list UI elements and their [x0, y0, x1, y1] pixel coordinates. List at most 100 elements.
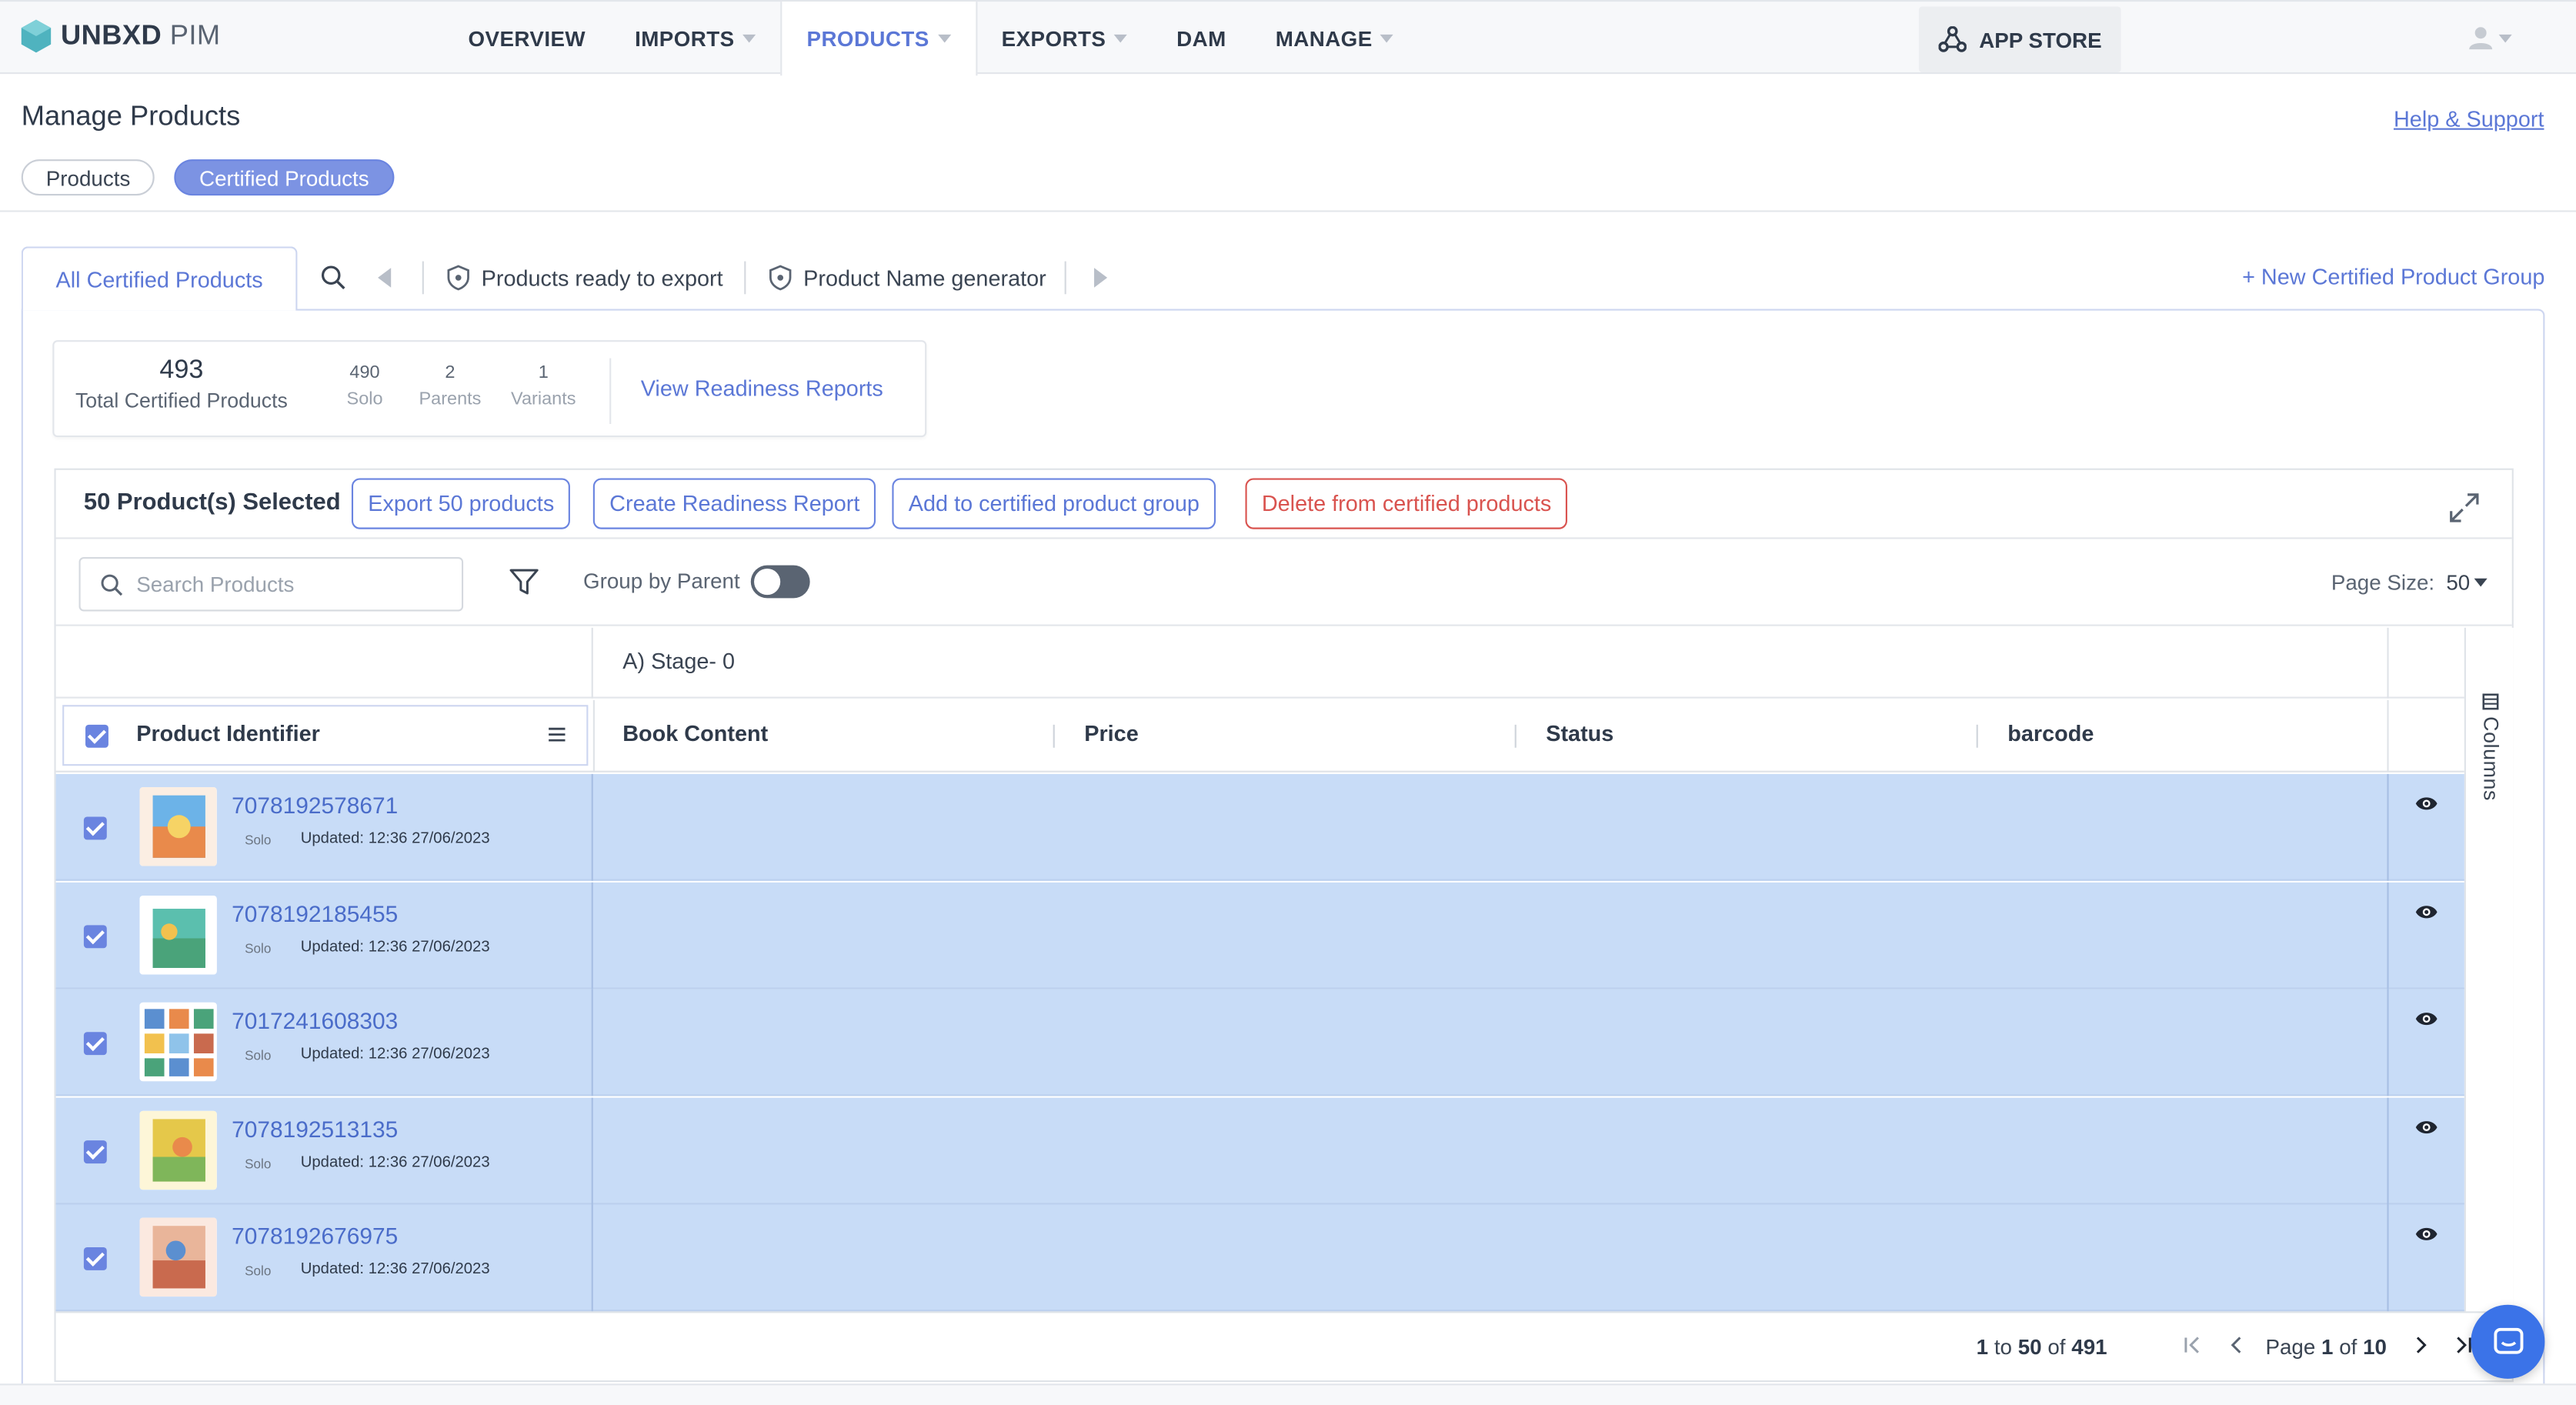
- nav-overview[interactable]: OVERVIEW: [444, 2, 611, 74]
- stat-total-value: 493: [159, 356, 204, 385]
- pinned-group-cell: [56, 627, 593, 699]
- tab-product-name-generator[interactable]: Product Name generator: [769, 265, 1046, 291]
- product-kind: Solo: [245, 1156, 272, 1171]
- unbxd-logo-icon: [21, 19, 52, 53]
- search-icon[interactable]: [320, 265, 346, 291]
- filter-icon[interactable]: [509, 569, 539, 596]
- column-menu-icon[interactable]: [547, 726, 567, 743]
- product-thumbnail[interactable]: [139, 787, 217, 866]
- search-box[interactable]: [78, 557, 464, 612]
- product-identifier-header: Product Identifier: [62, 705, 589, 766]
- row-checkbox[interactable]: [83, 1140, 107, 1163]
- row-checkbox[interactable]: [83, 1032, 107, 1056]
- first-page-icon[interactable]: [2184, 1336, 2201, 1353]
- table-row[interactable]: 7078192578671 Solo Updated: 12:36 27/06/…: [55, 773, 2464, 881]
- eye-icon[interactable]: [2415, 903, 2438, 919]
- new-certified-group-button[interactable]: + New Certified Product Group: [2242, 265, 2544, 289]
- search-icon: [101, 573, 123, 596]
- book-cover-image: [139, 787, 217, 866]
- search-products-input[interactable]: [136, 572, 432, 597]
- tab-products[interactable]: Products: [21, 159, 155, 196]
- col-header-book-content[interactable]: Book Content: [622, 722, 768, 746]
- stats-card: 493 Total Certified Products 490 Solo 2 …: [52, 340, 927, 438]
- page-size-select[interactable]: 50: [2446, 570, 2488, 595]
- previous-page-icon[interactable]: [2227, 1336, 2245, 1353]
- eye-icon[interactable]: [2415, 1010, 2438, 1026]
- add-to-group-button[interactable]: Add to certified product group: [892, 478, 1216, 529]
- col-header-barcode[interactable]: barcode: [2007, 722, 2094, 746]
- product-type-tabs: Products Certified Products: [21, 159, 394, 196]
- nav-imports[interactable]: IMPORTS: [610, 2, 780, 74]
- logo[interactable]: UNBXD PIM: [20, 18, 221, 54]
- expand-icon[interactable]: [2448, 492, 2481, 525]
- last-page-icon[interactable]: [2454, 1336, 2472, 1353]
- product-rows: 7078192578671 Solo Updated: 12:36 27/06/…: [55, 773, 2464, 1312]
- column-resize-handle[interactable]: [1514, 724, 1517, 748]
- row-checkbox[interactable]: [83, 816, 107, 840]
- products-grid: 50 Product(s) Selected Export 50 product…: [54, 468, 2514, 1383]
- next-page-icon[interactable]: [2411, 1336, 2429, 1353]
- tab-label: Product Name generator: [803, 265, 1046, 290]
- stat-variants: 1 Variants: [511, 362, 576, 409]
- pinned-cell: 7078192185455 Solo Updated: 12:36 27/06/…: [56, 881, 593, 989]
- product-id-link[interactable]: 7078192578671: [232, 792, 398, 818]
- product-id-link[interactable]: 7078192513135: [232, 1115, 398, 1141]
- nav-dam[interactable]: DAM: [1152, 2, 1251, 74]
- chat-support-button[interactable]: [2471, 1304, 2545, 1379]
- chevron-down-icon: [937, 34, 951, 43]
- product-thumbnail[interactable]: [139, 1002, 217, 1082]
- eye-icon[interactable]: [2415, 796, 2438, 812]
- col-header-status[interactable]: Status: [1546, 722, 1613, 746]
- chevron-down-icon: [2498, 33, 2512, 42]
- tab-all-certified-products[interactable]: All Certified Products: [21, 246, 298, 311]
- eye-icon[interactable]: [2415, 1118, 2438, 1134]
- help-support-link[interactable]: Help & Support: [2394, 107, 2544, 132]
- app-store-button[interactable]: APP STORE: [1918, 6, 2121, 72]
- column-resize-handle[interactable]: [1053, 724, 1055, 748]
- group-by-parent-label: Group by Parent: [582, 568, 740, 593]
- tab-certified-products[interactable]: Certified Products: [174, 159, 394, 196]
- stat-parents: 2 Parents: [419, 362, 482, 409]
- row-action-cell: [2387, 773, 2464, 881]
- view-readiness-reports-link[interactable]: View Readiness Reports: [641, 376, 883, 401]
- product-id-link[interactable]: 7078192676975: [232, 1223, 398, 1249]
- columns-side-panel[interactable]: Columns: [2464, 627, 2514, 1312]
- chevron-down-icon: [2474, 578, 2488, 587]
- table-row[interactable]: 7078192513135 Solo Updated: 12:36 27/06/…: [55, 1096, 2464, 1204]
- stage-group-label: A) Stage- 0: [622, 649, 736, 674]
- table-row[interactable]: 7078192676975 Solo Updated: 12:36 27/06/…: [55, 1204, 2464, 1312]
- stat-solo: 490 Solo: [346, 362, 383, 409]
- tab-separator: [744, 261, 746, 295]
- nav-products[interactable]: PRODUCTS: [780, 2, 977, 76]
- column-resize-handle[interactable]: [1976, 724, 1978, 748]
- scroll-left-icon[interactable]: [376, 268, 392, 288]
- col-header-price[interactable]: Price: [1084, 722, 1139, 746]
- tab-products-ready-to-export[interactable]: Products ready to export: [447, 265, 723, 291]
- app-store-icon: [1937, 26, 1967, 52]
- row-checkbox[interactable]: [83, 1246, 107, 1270]
- eye-icon[interactable]: [2415, 1226, 2438, 1242]
- group-by-parent-toggle[interactable]: [750, 565, 810, 599]
- product-thumbnail[interactable]: [139, 894, 217, 974]
- table-row[interactable]: 7078192185455 Solo Updated: 12:36 27/06/…: [55, 881, 2464, 989]
- product-kind: Solo: [245, 1263, 272, 1279]
- nav-manage[interactable]: MANAGE: [1251, 2, 1419, 74]
- product-id-link[interactable]: 7078192185455: [232, 899, 398, 926]
- create-readiness-report-button[interactable]: Create Readiness Report: [592, 478, 876, 529]
- row-checkbox[interactable]: [83, 924, 107, 948]
- scroll-right-icon[interactable]: [1093, 268, 1109, 288]
- product-thumbnail[interactable]: [139, 1217, 217, 1297]
- user-menu[interactable]: [2468, 25, 2512, 51]
- product-id-link[interactable]: 7017241608303: [232, 1007, 398, 1033]
- row-action-cell: [2387, 881, 2464, 989]
- row-action-cell: [2387, 1096, 2464, 1204]
- select-all-checkbox[interactable]: [85, 724, 108, 748]
- nav-exports[interactable]: EXPORTS: [977, 2, 1152, 74]
- brand-name: UNBXD PIM: [61, 19, 221, 52]
- export-products-button[interactable]: Export 50 products: [351, 478, 571, 529]
- actions-group-cell: [2387, 627, 2464, 699]
- delete-from-certified-button[interactable]: Delete from certified products: [1245, 478, 1568, 529]
- product-thumbnail[interactable]: [139, 1110, 217, 1190]
- table-row[interactable]: 7017241608303 Solo Updated: 12:36 27/06/…: [55, 989, 2464, 1096]
- page-size-label: Page Size:: [2331, 570, 2435, 596]
